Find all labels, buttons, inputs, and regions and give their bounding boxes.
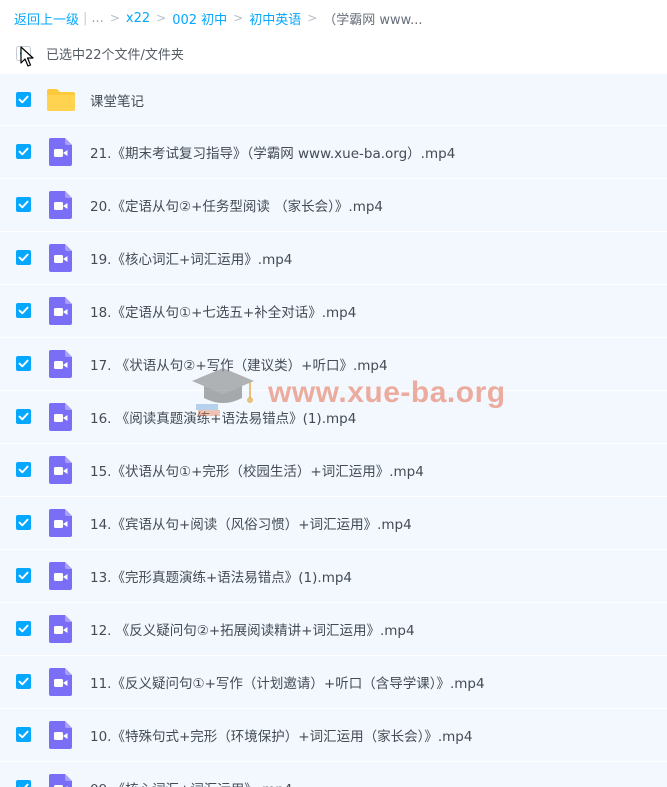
file-name[interactable]: 09.《核心词汇+词汇运用》.mp4	[90, 778, 292, 787]
breadcrumb-item-english[interactable]: 初中英语	[249, 9, 301, 28]
file-row[interactable]: 10.《特殊句式+完形（环境保护）+词汇运用（家长会）》.mp4	[0, 709, 667, 762]
video-file-icon	[49, 509, 72, 537]
file-name[interactable]: 12. 《反义疑问句②+拓展阅读精讲+词汇运用》.mp4	[90, 619, 415, 639]
selection-bar: 已选中22个文件/文件夹	[0, 36, 667, 72]
file-row[interactable]: 14.《宾语从句+阅读（风俗习惯）+词汇运用》.mp4	[0, 497, 667, 550]
file-name[interactable]: 19.《核心词汇+词汇运用》.mp4	[90, 248, 292, 268]
breadcrumb-item-junior[interactable]: 002 初中	[172, 9, 227, 28]
file-row[interactable]: 11.《反义疑问句①+写作（计划邀请）+听口（含导学课）》.mp4	[0, 656, 667, 709]
row-checkbox[interactable]	[16, 780, 31, 787]
file-name[interactable]: 16. 《阅读真题演练+语法易错点》(1).mp4	[90, 407, 356, 427]
row-checkbox[interactable]	[16, 568, 31, 583]
row-checkbox[interactable]	[16, 621, 31, 636]
file-name[interactable]: 14.《宾语从句+阅读（风俗习惯）+词汇运用》.mp4	[90, 513, 412, 533]
file-name[interactable]: 15.《状语从句①+完形（校园生活）+词汇运用》.mp4	[90, 460, 424, 480]
file-name[interactable]: 18.《定语从句①+七选五+补全对话》.mp4	[90, 301, 356, 321]
row-checkbox[interactable]	[16, 197, 31, 212]
row-checkbox[interactable]	[16, 144, 31, 159]
row-checkbox[interactable]	[16, 674, 31, 689]
breadcrumb-separator: >	[109, 11, 120, 25]
video-file-icon	[49, 244, 72, 272]
folder-icon	[46, 88, 76, 112]
selection-count-label: 已选中22个文件/文件夹	[46, 48, 184, 63]
mouse-cursor-icon	[20, 46, 34, 67]
breadcrumb-item-x22[interactable]: x22	[126, 11, 150, 26]
file-row[interactable]: 17. 《状语从句②+写作（建议类）+听口》.mp4	[0, 338, 667, 391]
breadcrumb-separator: >	[233, 11, 244, 25]
file-row[interactable]: 13.《完形真题演练+语法易错点》(1).mp4	[0, 550, 667, 603]
row-checkbox[interactable]	[16, 727, 31, 742]
video-file-icon	[49, 138, 72, 166]
file-name[interactable]: 10.《特殊句式+完形（环境保护）+词汇运用（家长会）》.mp4	[90, 725, 472, 745]
breadcrumb-divider: |	[83, 10, 88, 26]
file-name[interactable]: 21.《期末考试复习指导》（学霸网 www.xue-ba.org）.mp4	[90, 142, 455, 162]
video-file-icon	[49, 456, 72, 484]
video-file-icon	[49, 350, 72, 378]
row-checkbox[interactable]	[16, 409, 31, 424]
breadcrumb: 返回上一级 | ... > x22 > 002 初中 > 初中英语 > （学霸网…	[14, 8, 423, 28]
file-row[interactable]: 20.《定语从句②+任务型阅读 （家长会）》.mp4	[0, 179, 667, 232]
breadcrumb-current: （学霸网 www...	[323, 12, 423, 28]
folder-row[interactable]: 课堂笔记	[0, 74, 667, 126]
file-list: 课堂笔记 21.《期末考试复习指导》（学霸网 www.xue-ba.org）.mp…	[0, 74, 667, 787]
file-name[interactable]: 20.《定语从句②+任务型阅读 （家长会）》.mp4	[90, 195, 383, 215]
file-row[interactable]: 15.《状语从句①+完形（校园生活）+词汇运用》.mp4	[0, 444, 667, 497]
back-link[interactable]: 返回上一级	[14, 9, 79, 28]
video-file-icon	[49, 668, 72, 696]
file-row[interactable]: 21.《期末考试复习指导》（学霸网 www.xue-ba.org）.mp4	[0, 126, 667, 179]
row-checkbox[interactable]	[16, 356, 31, 371]
video-file-icon	[49, 615, 72, 643]
file-name[interactable]: 17. 《状语从句②+写作（建议类）+听口》.mp4	[90, 354, 388, 374]
file-row[interactable]: 19.《核心词汇+词汇运用》.mp4	[0, 232, 667, 285]
video-file-icon	[49, 191, 72, 219]
file-row[interactable]: 16. 《阅读真题演练+语法易错点》(1).mp4	[0, 391, 667, 444]
video-file-icon	[49, 297, 72, 325]
video-file-icon	[49, 774, 72, 787]
row-checkbox[interactable]	[16, 515, 31, 530]
video-file-icon	[49, 562, 72, 590]
row-checkbox[interactable]	[16, 250, 31, 265]
file-browser: 返回上一级 | ... > x22 > 002 初中 > 初中英语 > （学霸网…	[0, 0, 667, 787]
row-checkbox[interactable]	[16, 303, 31, 318]
breadcrumb-ellipsis[interactable]: ...	[91, 11, 103, 26]
file-name[interactable]: 11.《反义疑问句①+写作（计划邀请）+听口（含导学课）》.mp4	[90, 672, 485, 692]
file-name[interactable]: 13.《完形真题演练+语法易错点》(1).mp4	[90, 566, 352, 586]
folder-name[interactable]: 课堂笔记	[90, 90, 144, 110]
breadcrumb-separator: >	[156, 11, 167, 25]
video-file-icon	[49, 721, 72, 749]
row-checkbox[interactable]	[16, 91, 31, 107]
file-row[interactable]: 12. 《反义疑问句②+拓展阅读精讲+词汇运用》.mp4	[0, 603, 667, 656]
video-file-icon	[49, 403, 72, 431]
row-checkbox[interactable]	[16, 462, 31, 477]
file-row[interactable]: 09.《核心词汇+词汇运用》.mp4	[0, 762, 667, 787]
breadcrumb-separator: >	[307, 11, 318, 25]
file-row[interactable]: 18.《定语从句①+七选五+补全对话》.mp4	[0, 285, 667, 338]
